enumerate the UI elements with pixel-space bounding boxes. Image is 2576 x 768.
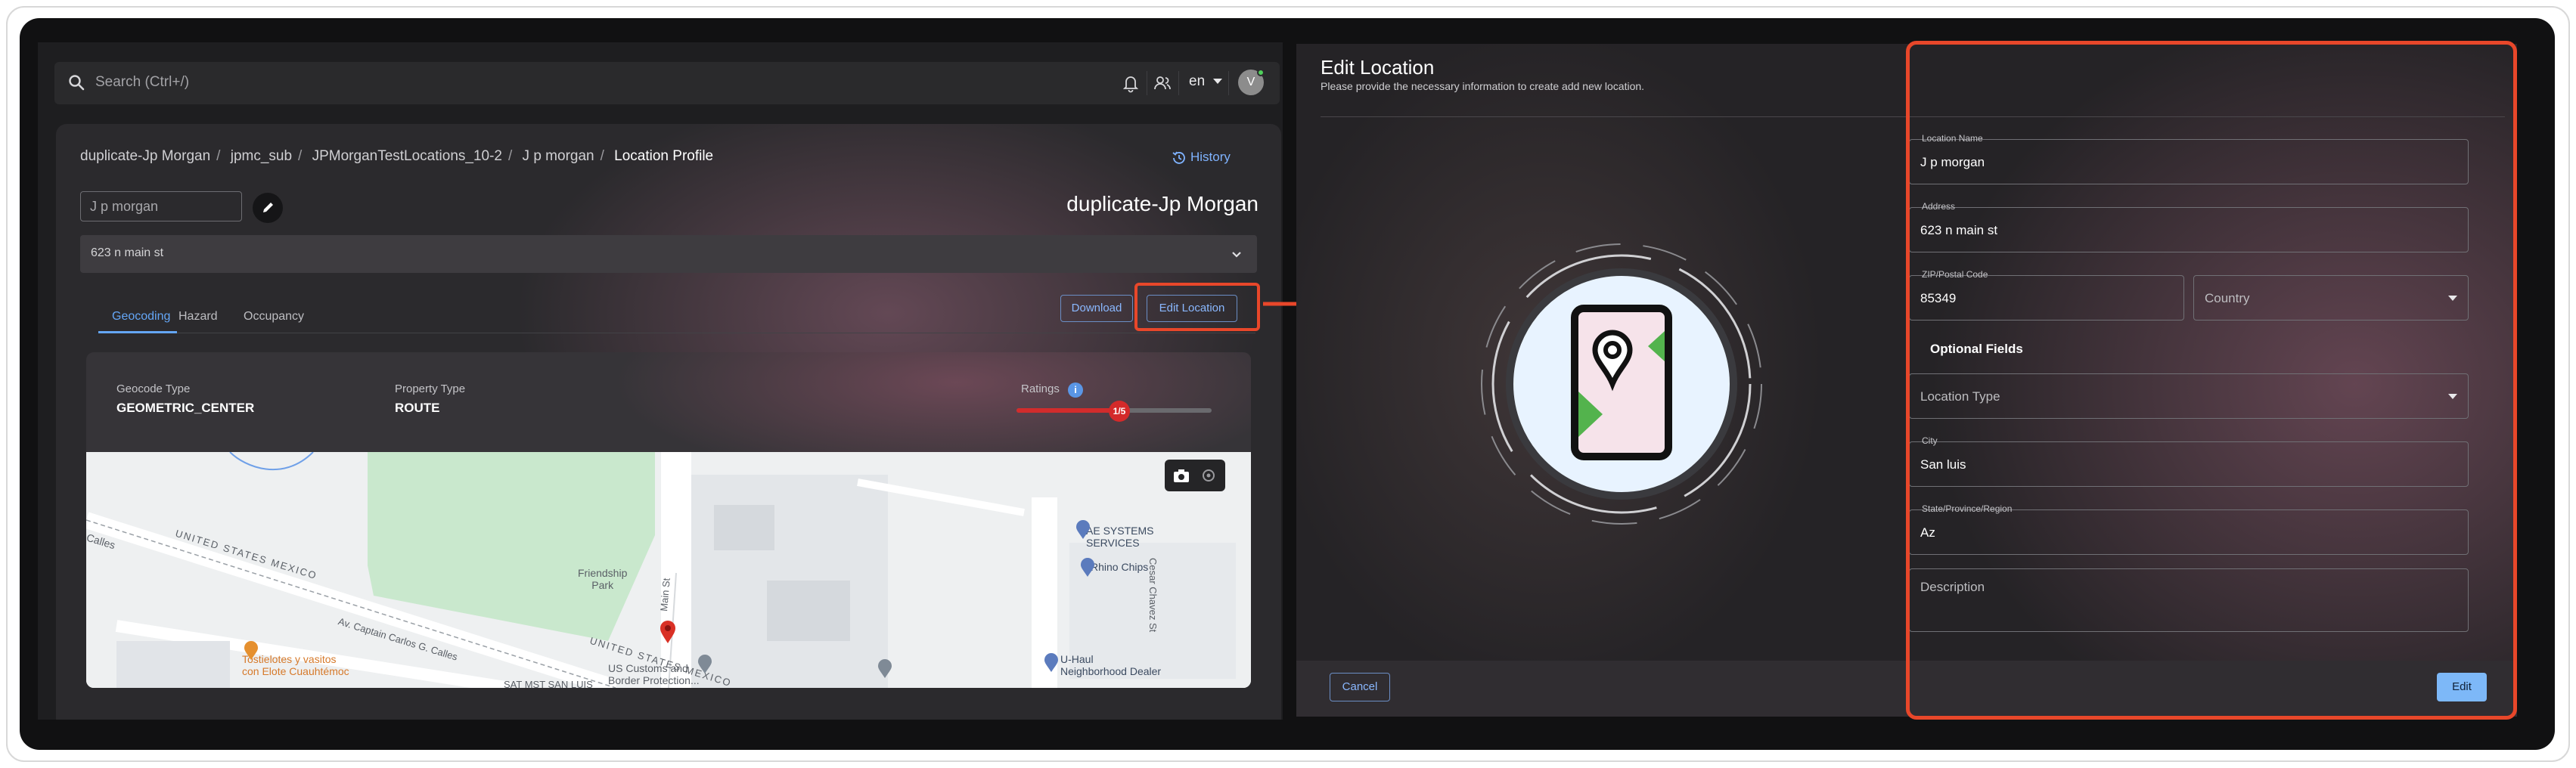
- cancel-button[interactable]: Cancel: [1330, 673, 1390, 701]
- dialog-subtitle: Please provide the necessary information…: [1321, 80, 1645, 92]
- form-highlight: [1906, 41, 2517, 720]
- location-device-illustration-icon: [1481, 243, 1762, 525]
- dialog-title: Edit Location: [1321, 56, 1435, 79]
